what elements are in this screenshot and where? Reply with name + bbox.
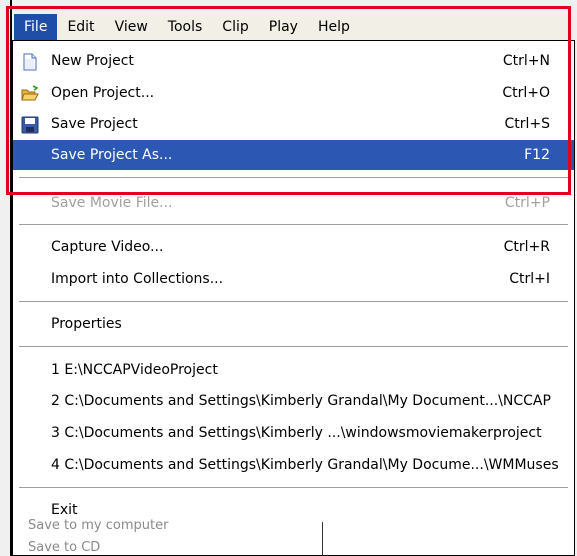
open-project-label: Open Project... bbox=[51, 85, 155, 101]
menu-play[interactable]: Play bbox=[259, 14, 308, 40]
save-project-shortcut: Ctrl+S bbox=[504, 116, 550, 132]
menu-bar: File Edit View Tools Clip Play Help bbox=[14, 14, 573, 41]
file-menu-dropdown: New Project Ctrl+N Open Project... Ctrl+… bbox=[12, 40, 575, 556]
menu-separator bbox=[19, 177, 568, 178]
import-collections-label: Import into Collections... bbox=[51, 271, 224, 287]
menu-item-properties[interactable]: Properties bbox=[13, 309, 574, 339]
background-task-link[interactable]: Save to my computer bbox=[28, 518, 168, 533]
save-project-label: Save Project bbox=[51, 116, 138, 132]
exit-label: Exit bbox=[51, 502, 78, 518]
recent-project-item[interactable]: 4 C:\Documents and Settings\Kimberly Gra… bbox=[13, 450, 574, 480]
background-task-link[interactable]: Save to CD bbox=[28, 540, 100, 555]
menu-item-save-movie-file[interactable]: Save Movie File... Ctrl+P bbox=[13, 188, 574, 218]
capture-video-label: Capture Video... bbox=[51, 239, 164, 255]
recent-project-path: 1 E:\NCCAPVideoProject bbox=[51, 362, 218, 378]
menu-separator bbox=[19, 346, 568, 347]
menu-tools[interactable]: Tools bbox=[158, 14, 213, 40]
recent-project-path: 2 C:\Documents and Settings\Kimberly Gra… bbox=[51, 393, 551, 409]
menu-edit[interactable]: Edit bbox=[57, 14, 104, 40]
menu-item-open-project[interactable]: Open Project... Ctrl+O bbox=[13, 78, 574, 108]
menu-view[interactable]: View bbox=[105, 14, 158, 40]
menu-item-import-collections[interactable]: Import into Collections... Ctrl+I bbox=[13, 264, 574, 294]
menu-item-save-project-as[interactable]: Save Project As... F12 bbox=[13, 140, 574, 170]
capture-video-shortcut: Ctrl+R bbox=[503, 239, 550, 255]
save-project-as-shortcut: F12 bbox=[524, 147, 550, 163]
menu-separator bbox=[19, 224, 568, 225]
menu-separator bbox=[19, 301, 568, 302]
save-movie-file-shortcut: Ctrl+P bbox=[504, 195, 550, 211]
open-project-shortcut: Ctrl+O bbox=[502, 85, 550, 101]
open-folder-icon bbox=[21, 85, 39, 103]
recent-project-item[interactable]: 2 C:\Documents and Settings\Kimberly Gra… bbox=[13, 386, 574, 416]
recent-project-item[interactable]: 3 C:\Documents and Settings\Kimberly ...… bbox=[13, 418, 574, 448]
save-movie-file-label: Save Movie File... bbox=[51, 195, 173, 211]
new-document-icon bbox=[21, 53, 39, 71]
new-project-label: New Project bbox=[51, 53, 134, 69]
menu-file[interactable]: File bbox=[14, 14, 58, 40]
menu-item-capture-video[interactable]: Capture Video... Ctrl+R bbox=[13, 232, 574, 262]
properties-label: Properties bbox=[51, 316, 122, 332]
menu-separator bbox=[19, 487, 568, 488]
recent-project-item[interactable]: 1 E:\NCCAPVideoProject bbox=[13, 355, 574, 385]
import-collections-shortcut: Ctrl+I bbox=[509, 271, 550, 287]
new-project-shortcut: Ctrl+N bbox=[502, 53, 550, 69]
recent-project-path: 4 C:\Documents and Settings\Kimberly Gra… bbox=[51, 457, 559, 473]
menu-item-new-project[interactable]: New Project Ctrl+N bbox=[13, 46, 574, 76]
floppy-disk-icon bbox=[21, 116, 39, 134]
recent-project-path: 3 C:\Documents and Settings\Kimberly ...… bbox=[51, 425, 542, 441]
menu-item-save-project[interactable]: Save Project Ctrl+S bbox=[13, 109, 574, 139]
save-project-as-label: Save Project As... bbox=[51, 147, 173, 163]
pane-divider bbox=[322, 522, 323, 556]
menu-clip[interactable]: Clip bbox=[212, 14, 258, 40]
menu-help[interactable]: Help bbox=[308, 14, 360, 40]
